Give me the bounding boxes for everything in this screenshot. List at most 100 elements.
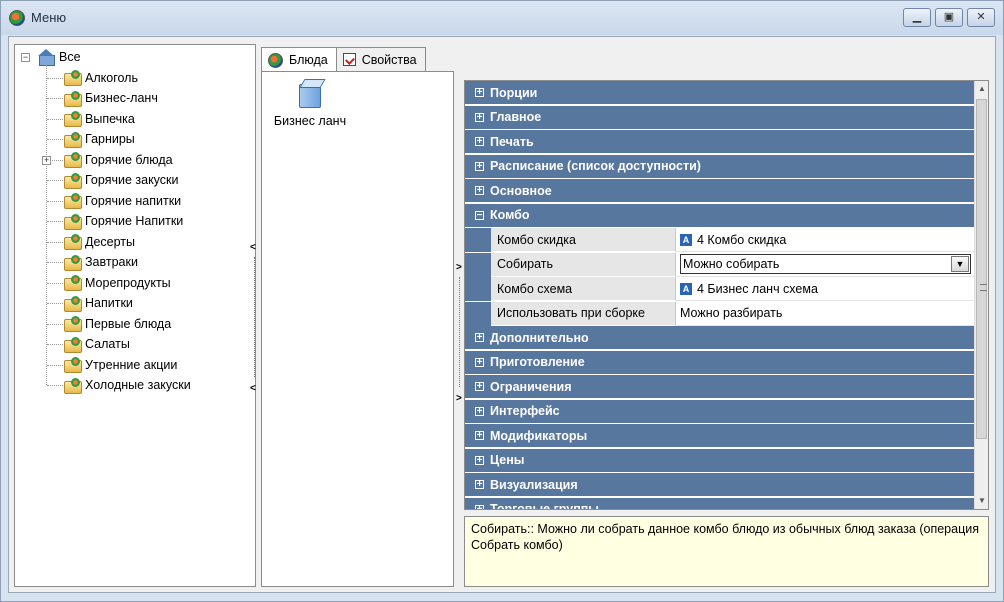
close-button[interactable]: ✕	[967, 8, 995, 27]
category-row[interactable]: + Ограничения	[465, 375, 975, 399]
property-value[interactable]: A 4 Бизнес ланч схема	[676, 277, 975, 301]
scroll-up-icon[interactable]: ▲	[975, 81, 988, 97]
category-label: Порции	[490, 85, 538, 100]
folder-icon	[63, 275, 82, 291]
tree-item[interactable]: Бизнес-ланч	[63, 88, 158, 108]
tab-dishes[interactable]: Блюда	[261, 47, 337, 72]
expand-icon[interactable]: +	[475, 88, 484, 98]
expand-icon[interactable]: +	[475, 406, 484, 416]
category-row[interactable]: + Цены	[465, 448, 975, 473]
tree-item[interactable]: Салаты	[63, 334, 130, 354]
title-bar[interactable]: Меню ▁ ▣ ✕	[1, 1, 1003, 35]
tree-item[interactable]: Горячие закуски	[63, 170, 179, 190]
expand-right-arrow-icon[interactable]: >	[456, 262, 462, 273]
folder-icon	[63, 152, 82, 168]
expand-icon[interactable]: +	[475, 431, 484, 441]
expand-icon[interactable]: +	[475, 382, 484, 392]
tree-item[interactable]: Морепродукты	[63, 273, 171, 293]
tree-item[interactable]: Горячие Напитки	[63, 211, 183, 231]
dish-cube-icon	[297, 78, 323, 108]
expand-icon[interactable]: +	[475, 137, 484, 147]
collect-dropdown[interactable]: Можно собирать ▼	[680, 254, 971, 274]
category-label: Модификаторы	[490, 428, 588, 443]
vertical-scrollbar[interactable]: ▲ ▼	[974, 81, 988, 509]
category-row[interactable]: + Дополнительно	[465, 326, 975, 350]
category-row[interactable]: + Основное	[465, 179, 975, 203]
tree-item-label: Горячие закуски	[85, 173, 179, 187]
category-row[interactable]: + Модификаторы	[465, 424, 975, 448]
tree-item[interactable]: Напитки	[63, 293, 133, 313]
minimize-button[interactable]: ▁	[903, 8, 931, 27]
category-tree[interactable]: Все − Алкоголь Бизнес-ланч Выпечка Гарниры Гор…	[14, 44, 256, 587]
tree-item-label: Морепродукты	[85, 275, 171, 290]
scroll-thumb[interactable]	[976, 99, 987, 439]
property-name-text: Собирать	[497, 257, 553, 271]
collapse-tree-arrow-bottom-icon[interactable]: <	[250, 383, 256, 394]
expand-icon[interactable]: +	[475, 357, 484, 367]
tree-item[interactable]: Утренние акции	[63, 355, 177, 375]
tree-item[interactable]: Горячие напитки	[63, 191, 181, 211]
category-row[interactable]: + Визуализация	[465, 473, 975, 497]
category-row[interactable]: + Расписание (список доступности)	[465, 154, 975, 179]
tree-item-label: Бизнес-ланч	[85, 91, 158, 105]
middle-splitter-grip[interactable]	[459, 277, 460, 387]
tree-root[interactable]: Все	[37, 47, 81, 67]
property-name: Комбо схема	[491, 277, 676, 301]
reference-icon: A	[680, 233, 692, 246]
collapse-tree-arrow-icon[interactable]: <	[250, 242, 256, 253]
tree-item[interactable]: Холодные закуски	[63, 375, 191, 395]
tree-item-label: Салаты	[85, 337, 130, 351]
tree-item[interactable]: Завтраки	[63, 252, 138, 272]
expand-icon[interactable]: +	[475, 112, 484, 122]
category-label: Комбо	[490, 208, 530, 222]
expand-icon[interactable]: +	[475, 504, 484, 509]
folder-icon	[63, 295, 82, 312]
folder-icon	[63, 193, 82, 209]
category-label: Приготовление	[490, 355, 585, 369]
tree-item[interactable]: Первые блюда	[63, 314, 171, 334]
tree-expand-icon[interactable]: +	[42, 155, 51, 165]
expand-right-arrow-bottom-icon[interactable]: >	[456, 393, 462, 404]
expand-icon[interactable]: +	[475, 186, 484, 196]
tree-item-label: Гарниры	[85, 132, 135, 146]
property-value[interactable]: A 4 Комбо скидка	[676, 228, 975, 252]
splitter-grip[interactable]	[254, 257, 255, 377]
tab-properties[interactable]: Свойства	[336, 47, 426, 71]
tree-item[interactable]: Гарниры	[63, 129, 135, 149]
tree-item[interactable]: Горячие блюда	[63, 150, 173, 170]
property-row[interactable]: Собирать Можно собирать ▼	[465, 252, 975, 277]
category-row[interactable]: + Приготовление	[465, 350, 975, 375]
tree-item[interactable]: Десерты	[63, 232, 135, 252]
expand-icon[interactable]: +	[475, 333, 484, 343]
restore-button[interactable]: ▣	[935, 8, 963, 27]
category-row[interactable]: + Главное	[465, 105, 975, 130]
property-value[interactable]: Можно разбирать	[676, 301, 975, 326]
expand-icon[interactable]: +	[475, 480, 484, 490]
tree-root-collapse-icon[interactable]: −	[21, 53, 30, 62]
category-row[interactable]: + Печать	[465, 130, 975, 154]
scroll-down-icon[interactable]: ▼	[975, 493, 988, 509]
collapse-icon[interactable]: −	[475, 210, 484, 220]
tree-item[interactable]: Алкоголь	[63, 68, 138, 88]
tree-item-label: Завтраки	[85, 255, 138, 269]
reference-icon: A	[680, 282, 692, 295]
property-value[interactable]: Можно собирать ▼	[676, 252, 975, 277]
folder-icon	[63, 377, 82, 394]
tree-item-label: Горячие блюда	[85, 152, 173, 167]
property-grid[interactable]: + Порции + Главное + Печать + Расписание (списо…	[464, 80, 989, 510]
property-row[interactable]: Использовать при сборке Можно разбирать	[465, 301, 975, 326]
expand-icon[interactable]: +	[475, 161, 484, 171]
folder-icon	[63, 254, 82, 271]
property-value-text: 4 Комбо скидка	[697, 232, 787, 247]
property-row[interactable]: Комбо схема A 4 Бизнес ланч схема	[465, 277, 975, 301]
dishes-pane[interactable]: Бизнес ланч	[261, 71, 454, 587]
category-row[interactable]: + Интерфейс	[465, 399, 975, 424]
expand-icon[interactable]: +	[475, 455, 484, 465]
dropdown-arrow-icon[interactable]: ▼	[951, 256, 969, 272]
category-row[interactable]: + Порции	[465, 81, 975, 105]
dish-item[interactable]: Бизнес ланч	[270, 78, 350, 128]
category-row[interactable]: + Торговые группы	[465, 497, 975, 509]
property-row[interactable]: Комбо скидка A 4 Комбо скидка	[465, 228, 975, 252]
tree-item[interactable]: Выпечка	[63, 109, 135, 129]
category-row-expanded[interactable]: − Комбо	[465, 203, 975, 228]
